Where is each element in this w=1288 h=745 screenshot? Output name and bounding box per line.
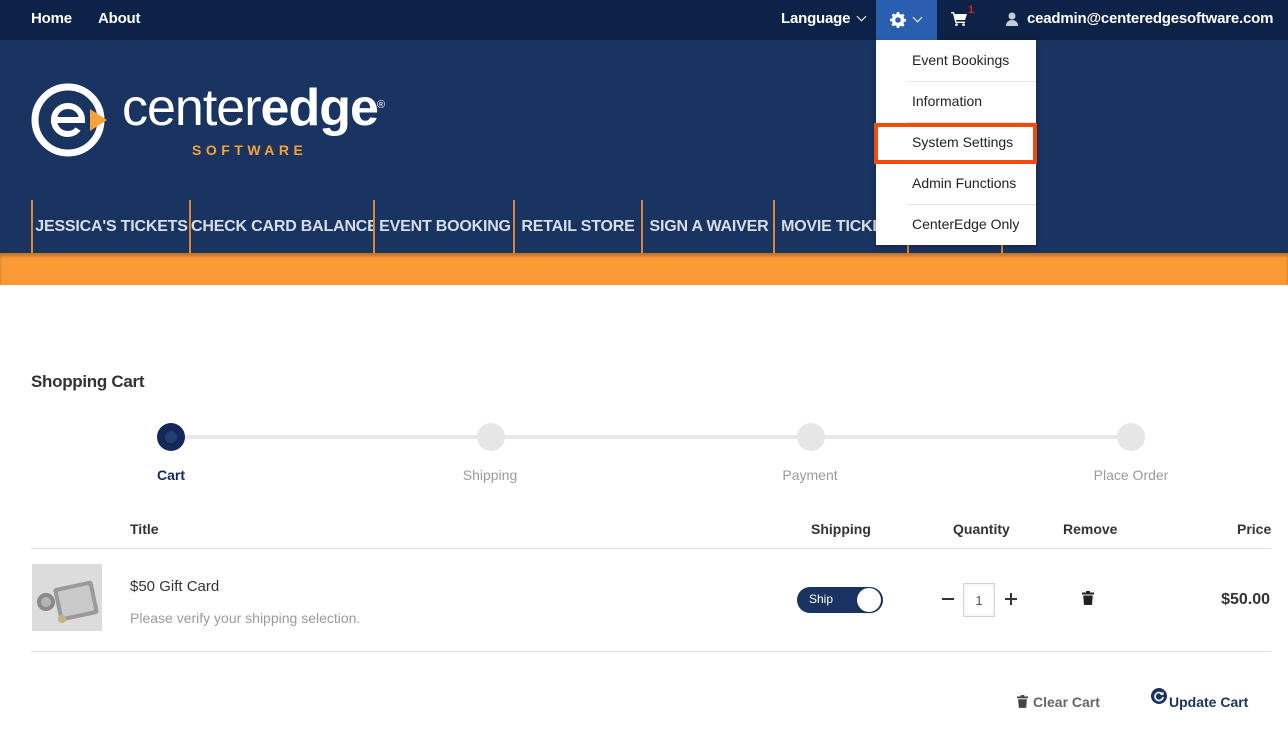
logo-wordmark-light: center <box>122 79 262 137</box>
table-divider <box>31 548 1271 549</box>
step-label-cart: Cart <box>156 467 185 483</box>
column-header-shipping: Shipping <box>811 521 871 537</box>
centeredge-logo-icon[interactable] <box>30 82 110 162</box>
step-dot-place-order <box>1117 423 1145 451</box>
logo-wordmark-bold: edge <box>260 79 379 137</box>
step-label-place-order: Place Order <box>1093 467 1169 483</box>
minus-icon <box>942 598 954 600</box>
update-cart-label: Update Cart <box>1169 694 1249 710</box>
column-header-price: Price <box>1237 521 1272 537</box>
plus-icon <box>1005 593 1017 605</box>
top-bar: Home About Language 1 ceadmin@centeredge… <box>0 0 1288 60</box>
cart-icon[interactable] <box>951 12 967 26</box>
trash-icon[interactable] <box>1082 591 1094 605</box>
shipping-toggle[interactable]: Ship <box>797 587 883 613</box>
about-link[interactable]: About <box>98 0 141 40</box>
registered-mark: ® <box>377 99 386 111</box>
cart-count-badge: 1 <box>968 4 975 16</box>
user-menu[interactable]: ceadmin@centeredgesoftware.com <box>1027 0 1288 60</box>
step-dot-cart <box>157 423 185 451</box>
shipping-note: Please verify your shipping selection. <box>130 610 361 626</box>
gift-card-thumbnail <box>32 564 102 631</box>
column-header-remove: Remove <box>1063 521 1118 537</box>
step-dot-shipping <box>477 423 505 451</box>
step-dot-payment <box>797 423 825 451</box>
logo-wordmark: centeredge <box>122 79 379 137</box>
user-icon <box>1006 12 1018 26</box>
clear-cart-button[interactable]: Clear Cart <box>1017 694 1100 710</box>
highlight-box <box>874 123 1037 164</box>
column-header-title: Title <box>130 521 159 537</box>
trash-icon <box>1017 695 1028 708</box>
checkout-progress-track <box>170 435 1130 439</box>
nav-item-jessicas-tickets[interactable]: JESSICA'S TICKETS <box>31 200 190 253</box>
chevron-down-icon <box>856 11 867 22</box>
chevron-down-icon <box>912 12 923 23</box>
logo-subtitle: SOFTWARE <box>192 142 308 158</box>
gift-card-image <box>32 564 102 631</box>
nav-item-sign-a-waiver[interactable]: SIGN A WAIVER <box>641 200 775 253</box>
shipping-toggle-label: Ship <box>809 592 834 606</box>
settings-menu-button[interactable] <box>876 0 937 40</box>
language-label: Language <box>781 10 851 27</box>
user-email: ceadmin@centeredgesoftware.com <box>1027 10 1274 27</box>
page-title: Shopping Cart <box>31 372 145 391</box>
decrease-quantity-button[interactable] <box>938 588 958 610</box>
nav-item-retail-store[interactable]: RETAIL STORE <box>513 200 641 253</box>
column-header-quantity: Quantity <box>953 521 1010 537</box>
item-price: $50.00 <box>1221 591 1270 608</box>
nav-item-check-card-balance[interactable]: CHECK CARD BALANCE <box>189 200 375 253</box>
table-divider <box>31 651 1271 652</box>
quantity-input[interactable] <box>963 583 995 617</box>
step-label-payment: Payment <box>782 467 838 483</box>
toggle-knob <box>857 588 881 612</box>
refresh-icon <box>1151 688 1167 704</box>
menu-item-event-bookings[interactable]: Event Bookings <box>876 40 1036 81</box>
nav-item-event-booking[interactable]: EVENT BOOKING <box>373 200 515 253</box>
menu-item-information[interactable]: Information <box>876 81 1036 122</box>
increase-quantity-button[interactable] <box>1001 588 1021 610</box>
item-title: $50 Gift Card <box>130 578 220 595</box>
menu-item-admin-functions[interactable]: Admin Functions <box>876 163 1036 204</box>
home-link[interactable]: Home <box>31 0 72 40</box>
update-cart-button[interactable]: Update Cart <box>1151 688 1249 710</box>
step-label-shipping: Shipping <box>462 467 518 483</box>
orange-accent-band <box>0 253 1288 285</box>
language-menu[interactable]: Language <box>781 0 867 40</box>
menu-item-centeredge-only[interactable]: CenterEdge Only <box>876 204 1036 245</box>
clear-cart-label: Clear Cart <box>1033 694 1100 710</box>
gear-icon <box>890 12 906 28</box>
